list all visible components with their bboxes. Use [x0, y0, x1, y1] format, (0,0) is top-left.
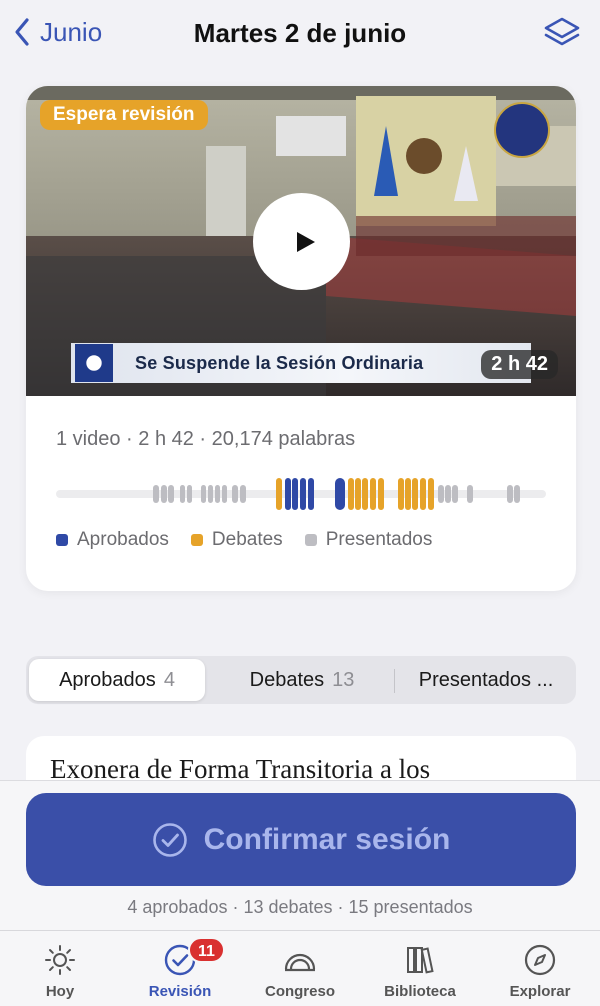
timeline-segment	[240, 485, 246, 503]
dome-icon	[284, 953, 316, 972]
nav-label: Explorar	[509, 983, 571, 1000]
page-title: Martes 2 de junio	[193, 18, 407, 48]
books-icon	[407, 947, 434, 974]
nav-label: Biblioteca	[384, 983, 456, 1000]
timeline-segment	[180, 485, 185, 503]
legend-label: Presentados	[325, 529, 433, 550]
congress-logo	[75, 344, 113, 382]
timeline-segment	[507, 485, 513, 503]
notification-badge: 11	[188, 937, 225, 963]
nav-label: Congreso	[264, 983, 335, 1000]
timeline-segment	[405, 478, 411, 510]
legend-label: Debates	[211, 529, 283, 550]
timeline-segment	[308, 478, 314, 510]
timeline-segment	[438, 485, 444, 503]
timeline-segment	[467, 485, 473, 503]
timeline-segment	[187, 485, 192, 503]
video-lower-third: Se Suspende la Sesión Ordinaria	[71, 343, 531, 383]
congress-seal-logo	[494, 102, 550, 158]
timeline-segment	[232, 485, 238, 503]
legend-approved: Aprobados	[56, 529, 169, 551]
layers-icon	[544, 17, 580, 46]
timeline-segment	[201, 485, 206, 503]
timeline-segment	[161, 485, 167, 503]
timeline-segment	[355, 478, 361, 510]
tab-count: 4	[163, 669, 175, 691]
timeline-segment	[398, 478, 404, 510]
timeline-segment	[208, 485, 213, 503]
confirm-label: Confirmar sesión	[203, 822, 451, 856]
nav-revision[interactable]: 11 Revisión	[120, 937, 240, 1000]
timeline-segment	[428, 478, 434, 510]
timeline-segment	[378, 478, 384, 510]
timeline-segment	[168, 485, 174, 503]
layers-button[interactable]	[542, 14, 582, 54]
timeline-segment	[445, 485, 451, 503]
timeline-segment	[412, 478, 418, 510]
nav-label: Hoy	[45, 983, 75, 1000]
timeline-segment	[285, 478, 291, 510]
nav-congreso[interactable]: Congreso	[240, 943, 360, 1000]
timeline-segment	[276, 478, 282, 510]
session-meta: 1 video · 2 h 42 · 20,174 palabras	[56, 428, 356, 450]
confirm-session-button[interactable]: Confirmar sesión	[26, 793, 576, 886]
timeline-segment	[153, 485, 159, 503]
confirm-summary: 4 aprobados · 13 debates · 15 presentado…	[127, 897, 473, 917]
timeline-segment	[514, 485, 520, 503]
legend: Aprobados Debates Presentados	[56, 529, 432, 551]
timeline-segment	[452, 485, 458, 503]
nav-biblioteca[interactable]: Biblioteca	[360, 943, 480, 1000]
session-card: Espera revisión Se Suspende la Sesión Or…	[26, 86, 576, 591]
timeline-segment	[215, 485, 220, 503]
status-badge: Espera revisión	[40, 100, 208, 130]
tab-label: Debates	[249, 669, 325, 691]
tab-count: 13	[332, 669, 355, 691]
nav-label: Revisión	[148, 983, 212, 1000]
timeline-segment	[300, 478, 306, 510]
tab-debates[interactable]: Debates 13	[212, 659, 392, 701]
confirm-panel: Confirmar sesión 4 aprobados · 13 debate…	[0, 780, 600, 930]
nav-explorar[interactable]: Explorar	[480, 943, 600, 1000]
tab-label: Aprobados	[59, 669, 156, 691]
compass-icon	[524, 944, 556, 976]
tab-presentados[interactable]: Presentados ...	[398, 659, 574, 701]
timeline-segment	[348, 478, 354, 510]
video-caption: Se Suspende la Sesión Ordinaria	[135, 352, 424, 373]
play-button[interactable]	[253, 193, 350, 290]
tab-aprobados[interactable]: Aprobados 4	[29, 659, 205, 701]
tab-divider	[394, 669, 395, 693]
nav-header: Junio Martes 2 de junio	[0, 0, 600, 70]
legend-debates: Debates	[190, 529, 283, 551]
check-circle-icon	[152, 822, 187, 857]
timeline-segment	[222, 485, 227, 503]
play-icon	[296, 231, 315, 252]
legend-label: Aprobados	[77, 529, 169, 550]
session-timeline[interactable]	[56, 478, 546, 510]
legend-presented: Presentados	[304, 529, 433, 551]
bottom-tab-bar: Hoy 11 Revisión Congreso Biblioteca Expl…	[0, 930, 600, 1006]
video-thumbnail[interactable]: Espera revisión Se Suspende la Sesión Or…	[26, 86, 576, 396]
timeline-segment	[335, 478, 345, 510]
tab-label: Presentados ...	[418, 669, 554, 691]
timeline-segment	[370, 478, 376, 510]
timeline-segment	[420, 478, 426, 510]
duration-badge: 2 h 42	[481, 350, 558, 379]
timeline-segment	[292, 478, 298, 510]
timeline-segment	[362, 478, 368, 510]
nav-hoy[interactable]: Hoy	[0, 943, 120, 1000]
filter-tabs: Aprobados 4 Debates 13 Presentados ...	[26, 656, 576, 704]
sun-icon	[45, 945, 75, 975]
